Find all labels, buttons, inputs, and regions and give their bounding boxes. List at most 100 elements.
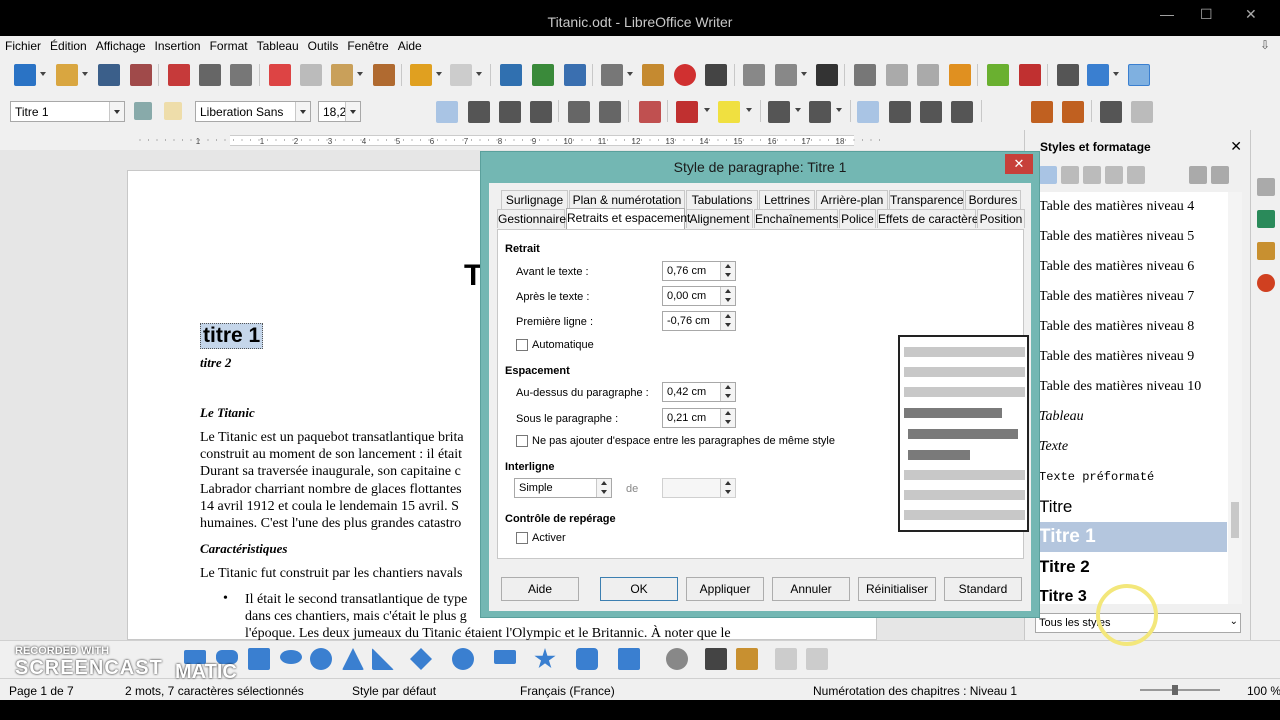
navigator-icon[interactable] — [1257, 274, 1275, 292]
subscript-icon[interactable] — [599, 101, 621, 123]
justify-icon[interactable] — [951, 101, 973, 123]
menu-aide[interactable]: Aide — [393, 36, 426, 53]
no-space-checkbox[interactable] — [516, 435, 528, 447]
close-window-button[interactable]: ✕ — [1245, 6, 1257, 23]
update-style-icon[interactable] — [134, 102, 152, 120]
tab-effets-caractere[interactable]: Effets de caractère — [877, 209, 979, 228]
chevron-down-icon[interactable] — [596, 479, 611, 497]
automatique-checkbox[interactable] — [516, 339, 528, 351]
tab-arriere-plan[interactable]: Arrière-plan — [816, 190, 888, 209]
page-break-icon[interactable] — [743, 64, 765, 86]
tab-tabulations[interactable]: Tabulations — [686, 190, 758, 209]
spin-arrows-icon[interactable] — [720, 409, 735, 427]
arrow-icon[interactable] — [494, 650, 516, 664]
triangle-icon[interactable] — [342, 648, 364, 670]
status-page-style[interactable]: Style par défaut — [352, 684, 436, 698]
insert-chart-icon[interactable] — [674, 64, 696, 86]
menu-tableau[interactable]: Tableau — [252, 36, 303, 53]
spin-arrows-icon[interactable] — [720, 287, 735, 305]
align-left-icon[interactable] — [857, 101, 879, 123]
tab-police[interactable]: Police — [839, 209, 876, 228]
export-icon[interactable] — [130, 64, 152, 86]
ellipse-icon[interactable] — [280, 650, 302, 664]
superscript-icon[interactable] — [568, 101, 590, 123]
status-word-count[interactable]: 2 mots, 7 caractères sélectionnés — [125, 684, 304, 698]
strikethrough-icon[interactable] — [530, 101, 552, 123]
decrease-indent-icon[interactable] — [1131, 101, 1153, 123]
chevron-down-icon[interactable] — [295, 102, 310, 121]
comment-icon[interactable] — [917, 64, 939, 86]
style-item[interactable]: Titre 2 — [1037, 552, 1227, 582]
hyperlink-icon[interactable] — [854, 64, 876, 86]
tab-bordures[interactable]: Bordures — [965, 190, 1021, 209]
frame-styles-icon[interactable] — [1083, 166, 1101, 184]
tab-surlignage[interactable]: Surlignage — [501, 190, 568, 209]
interligne-select[interactable]: Simple — [514, 478, 612, 498]
print-preview-icon[interactable] — [230, 64, 252, 86]
bookmark-icon[interactable] — [949, 64, 971, 86]
premiere-ligne-spin[interactable]: -0,76 cm — [662, 311, 736, 331]
tab-position[interactable]: Position — [977, 209, 1025, 228]
undo-icon[interactable] — [410, 64, 432, 86]
chevron-down-icon[interactable] — [109, 102, 124, 121]
style-item[interactable]: Table des matières niveau 9 — [1037, 342, 1227, 372]
chevron-down-icon[interactable]: ⌄ — [1230, 616, 1238, 627]
flowchart-icon[interactable] — [618, 648, 640, 670]
points-icon[interactable] — [775, 648, 797, 670]
status-language[interactable]: Français (France) — [520, 684, 615, 698]
draw-functions-icon[interactable] — [1128, 64, 1150, 86]
standard-button[interactable]: Standard — [944, 577, 1022, 601]
style-item[interactable]: Table des matières niveau 4 — [1037, 192, 1227, 222]
new-document-icon[interactable] — [14, 64, 36, 86]
status-zoom[interactable]: 100 % — [1247, 684, 1280, 698]
dialog-close-icon[interactable]: ✕ — [1005, 154, 1033, 174]
tab-gestionnaire[interactable]: Gestionnaire — [497, 209, 566, 228]
paragraph-style-combo[interactable]: Titre 1 — [10, 101, 125, 122]
track-changes-icon[interactable] — [987, 64, 1009, 86]
styles-deck-icon[interactable] — [1257, 210, 1275, 228]
print-icon[interactable] — [199, 64, 221, 86]
cut-icon[interactable] — [269, 64, 291, 86]
line-icon[interactable] — [1057, 64, 1079, 86]
bullets-icon[interactable] — [768, 101, 790, 123]
circle-icon[interactable] — [310, 648, 332, 670]
export-pdf-icon[interactable] — [168, 64, 190, 86]
spin-arrows-icon[interactable] — [720, 479, 735, 497]
reject-changes-icon[interactable] — [1019, 64, 1041, 86]
fill-format-icon[interactable] — [1189, 166, 1207, 184]
style-item[interactable]: Table des matières niveau 10 — [1037, 372, 1227, 402]
smiley-icon[interactable] — [452, 648, 474, 670]
help-button[interactable]: Aide — [501, 577, 579, 601]
gallery-icon[interactable] — [1257, 242, 1275, 260]
au-dessus-spin[interactable]: 0,42 cm — [662, 382, 736, 402]
sidebar-close-icon[interactable]: ✕ — [1230, 138, 1242, 155]
menu-fichier[interactable]: Fichier — [0, 36, 45, 53]
style-item[interactable]: Texte — [1037, 432, 1227, 462]
font-color-icon[interactable] — [676, 101, 698, 123]
style-list-scrollbar[interactable] — [1228, 192, 1242, 604]
apres-texte-spin[interactable]: 0,00 cm — [662, 286, 736, 306]
minimize-button[interactable]: — — [1160, 6, 1174, 22]
maximize-button[interactable]: ☐ — [1200, 6, 1213, 23]
chevron-down-icon[interactable] — [345, 102, 360, 121]
zoom-slider[interactable] — [1140, 685, 1220, 695]
insert-textbox-icon[interactable] — [705, 64, 727, 86]
style-item[interactable]: Titre — [1037, 492, 1227, 522]
tab-retraits-espacement[interactable]: Retraits et espacement — [566, 208, 690, 229]
apply-button[interactable]: Appliquer — [686, 577, 764, 601]
paragraph-styles-icon[interactable] — [1039, 166, 1057, 184]
list-styles-icon[interactable] — [1127, 166, 1145, 184]
new-style-from-selection-icon[interactable] — [1211, 166, 1229, 184]
reset-button[interactable]: Réinitialiser — [858, 577, 936, 601]
font-name-combo[interactable]: Liberation Sans — [195, 101, 311, 122]
spin-arrows-icon[interactable] — [720, 312, 735, 330]
decrease-spacing-icon[interactable] — [1062, 101, 1084, 123]
numbering-icon[interactable] — [809, 101, 831, 123]
formatting-marks-icon[interactable] — [564, 64, 586, 86]
menu-outils[interactable]: Outils — [303, 36, 343, 53]
tab-transparence[interactable]: Transparence — [889, 190, 964, 209]
square-icon[interactable] — [248, 648, 270, 670]
increase-indent-icon[interactable] — [1100, 101, 1122, 123]
new-style-icon[interactable] — [164, 102, 182, 120]
spelling-icon[interactable] — [532, 64, 554, 86]
